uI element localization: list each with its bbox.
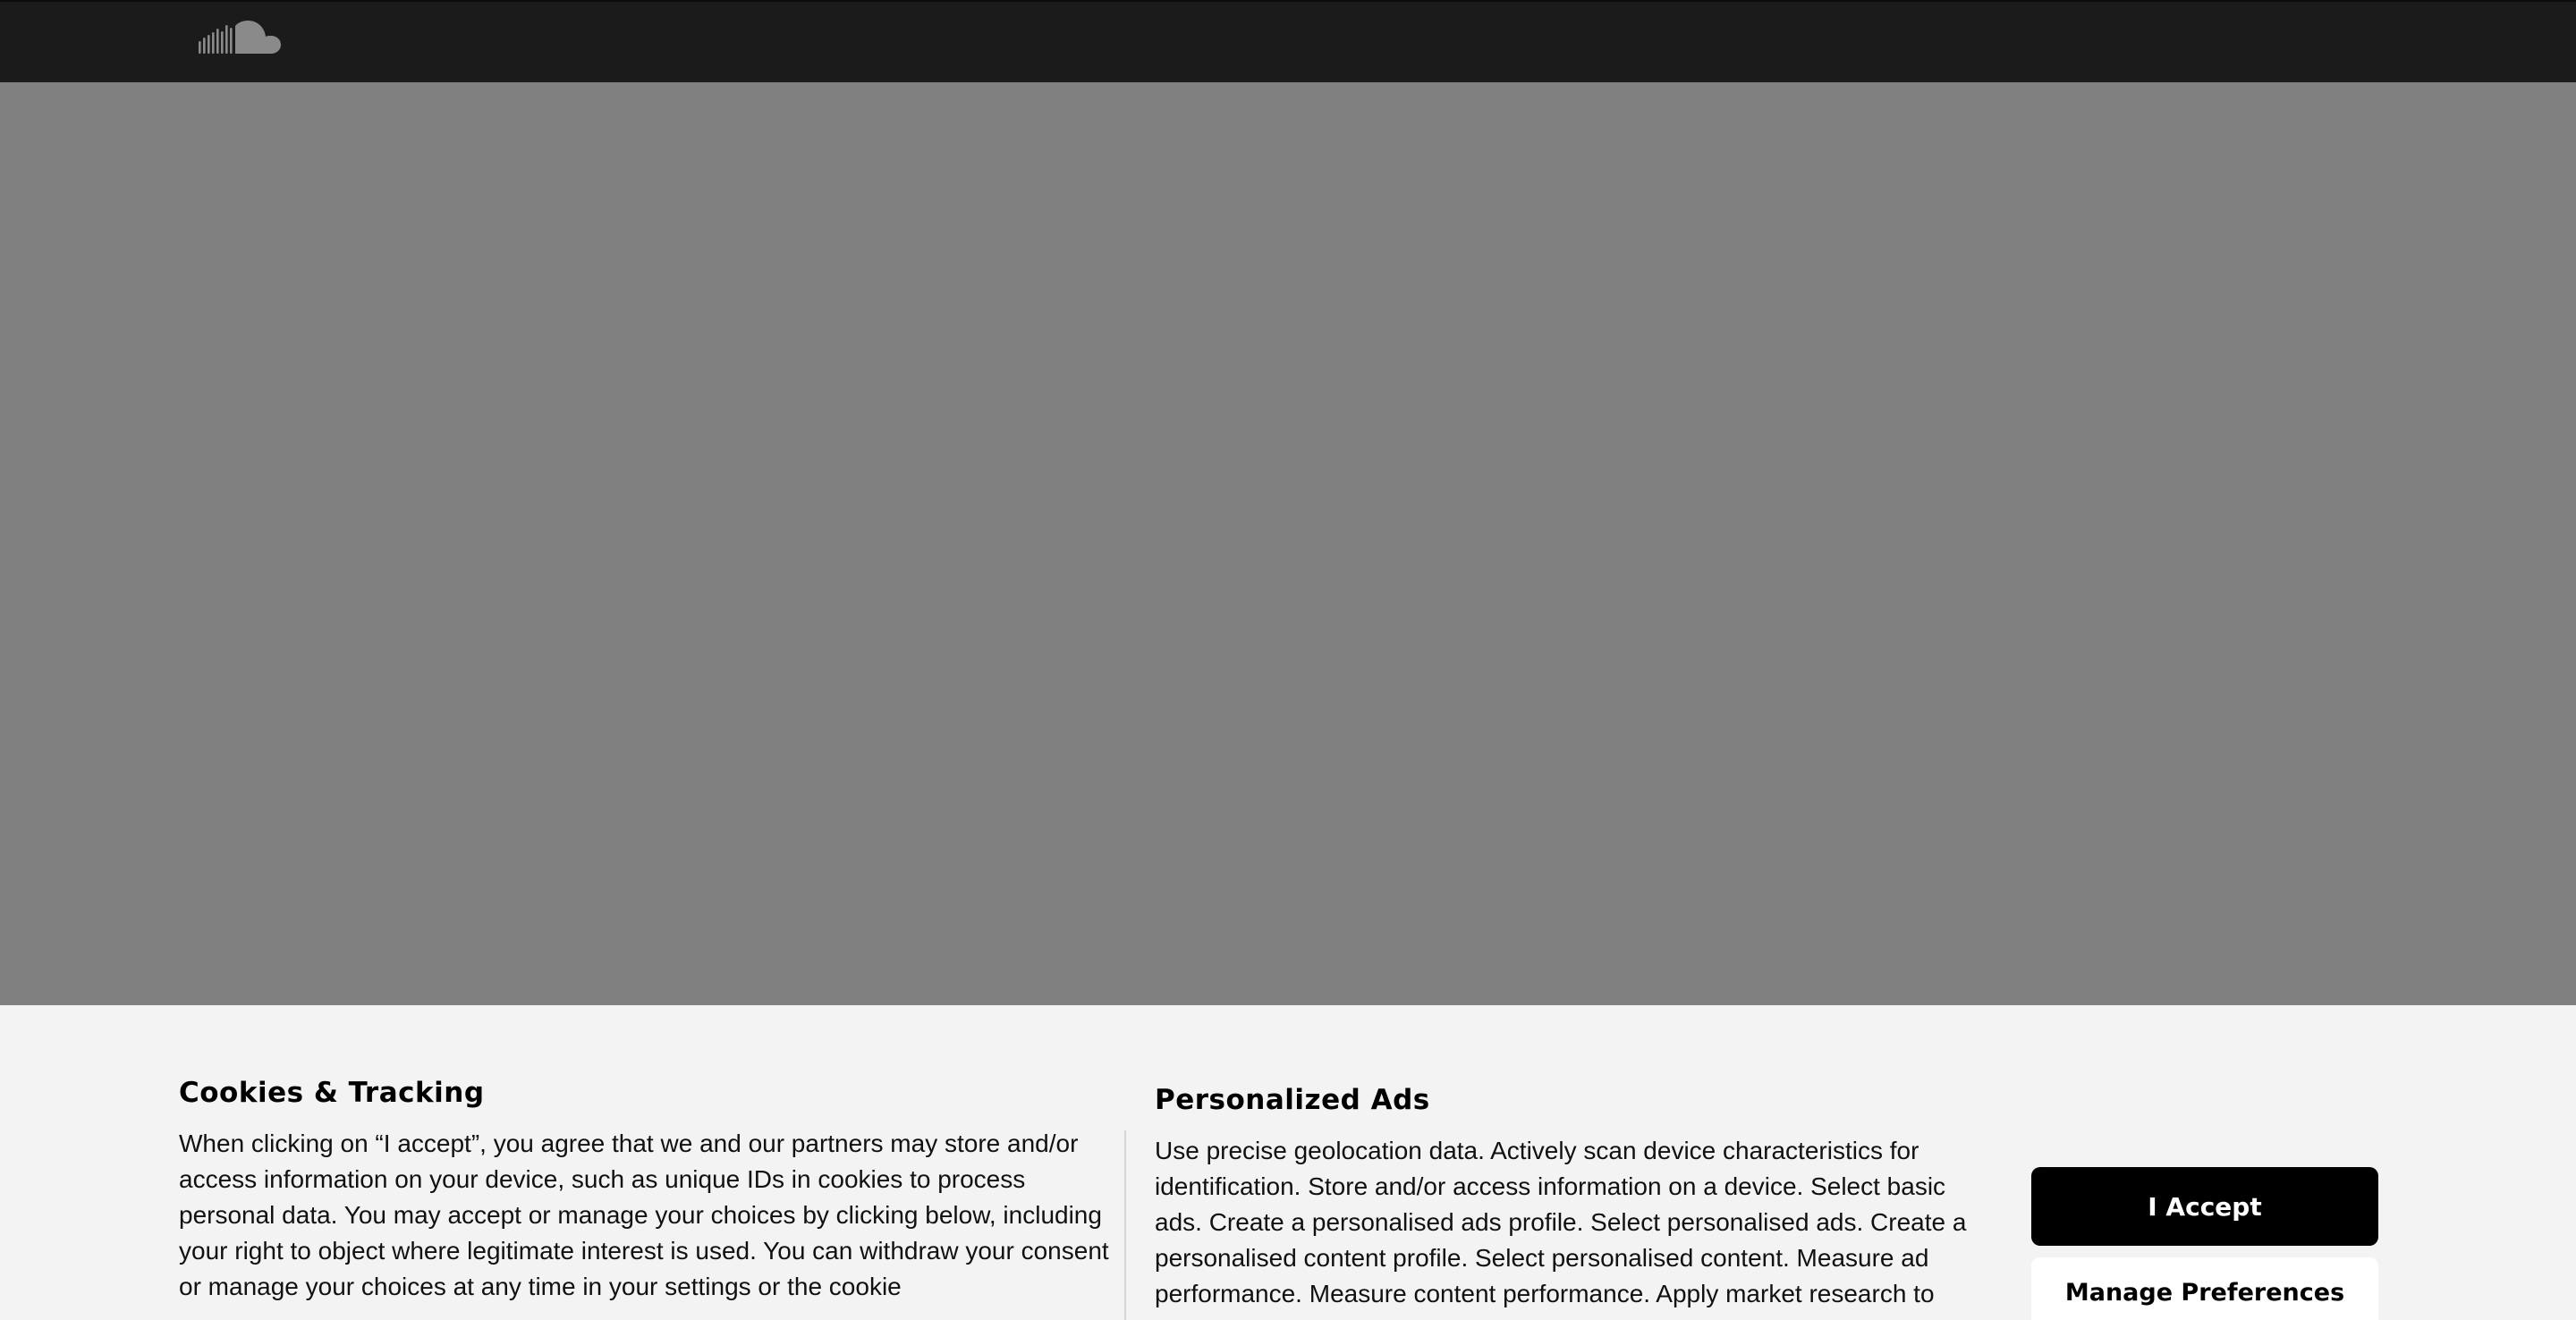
consent-title: Cookies & Tracking	[179, 1077, 485, 1109]
personalized-ads-column: Personalized Ads Use precise geolocation…	[1155, 1084, 1978, 1312]
column-divider	[1124, 1130, 1126, 1320]
accept-button[interactable]: I Accept	[2031, 1167, 2378, 1246]
top-navigation-bar	[0, 0, 2576, 82]
manage-preferences-button[interactable]: Manage Preferences	[2031, 1257, 2378, 1320]
consent-description: When clicking on “I accept”, you agree t…	[179, 1130, 1109, 1301]
modal-overlay	[0, 82, 2576, 1005]
consent-info-column: Cookies & Tracking When clicking on “I a…	[179, 1077, 1109, 1305]
cookie-consent-banner: Cookies & Tracking When clicking on “I a…	[0, 1005, 2576, 1320]
personalized-ads-title: Personalized Ads	[1155, 1084, 1430, 1116]
soundcloud-logo-icon[interactable]	[199, 20, 281, 59]
personalized-ads-description: Use precise geolocation data. Actively s…	[1155, 1137, 1967, 1308]
